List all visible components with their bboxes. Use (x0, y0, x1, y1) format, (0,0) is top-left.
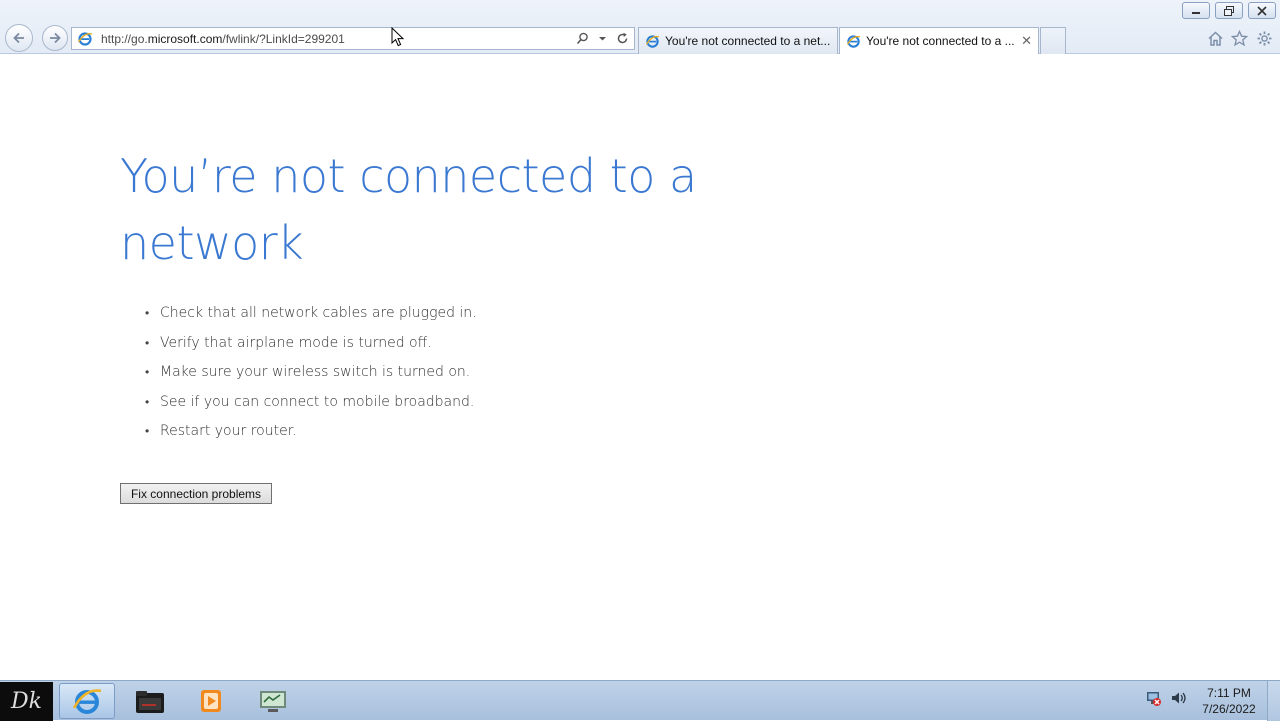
troubleshooting-list: Check that all network cables are plugge… (145, 299, 477, 447)
taskbar-network-app[interactable] (245, 683, 301, 719)
home-icon (1207, 30, 1223, 46)
network-monitor-icon (260, 691, 286, 712)
ie-page-icon (846, 34, 861, 48)
dropdown-arrow[interactable] (594, 31, 610, 47)
favorites-button[interactable] (1230, 29, 1248, 47)
close-window-button[interactable] (1248, 2, 1276, 19)
back-arrow-icon (13, 32, 24, 44)
taskbar-internet-explorer[interactable] (59, 683, 115, 719)
clock-time: 7:11 PM (1207, 686, 1251, 700)
taskbar: Dk 7:11 PM 7/26/2022 (0, 680, 1280, 721)
back-button[interactable] (5, 24, 33, 52)
refresh-icon (617, 32, 627, 44)
restore-button[interactable] (1215, 2, 1243, 19)
address-bar[interactable]: http://go.microsoft.com/fwlink/?LinkId=2… (71, 27, 635, 50)
refresh-button[interactable] (614, 31, 630, 47)
ie-page-icon (645, 34, 660, 48)
home-button[interactable] (1206, 29, 1224, 47)
tab-2-active[interactable]: You're not connected to a ... ✕ (839, 27, 1039, 54)
favorites-star-icon (1230, 29, 1248, 46)
internet-explorer-icon (72, 689, 102, 714)
clock-date: 7/26/2022 (1202, 702, 1256, 716)
minimize-icon (1192, 11, 1200, 14)
taskbar-media-player[interactable] (183, 683, 239, 719)
system-tray (1144, 689, 1188, 707)
volume-icon[interactable] (1170, 689, 1188, 707)
tab-1[interactable]: You're not connected to a net... (638, 27, 838, 54)
close-icon (1257, 5, 1267, 16)
gear-icon (1257, 31, 1271, 45)
mouse-pointer-icon (391, 27, 405, 47)
start-button[interactable]: Dk (0, 682, 53, 721)
fix-connection-button[interactable]: Fix connection problems (120, 483, 272, 504)
minimize-button[interactable] (1182, 2, 1210, 19)
browser-chrome: http://go.microsoft.com/fwlink/?LinkId=2… (0, 0, 1280, 54)
tools-button[interactable] (1255, 29, 1273, 47)
system-clock[interactable]: 7:11 PM 7/26/2022 (1196, 685, 1262, 717)
page-title: You’re not connected to a network (120, 149, 697, 270)
forward-button[interactable] (42, 25, 68, 51)
tab-title: You're not connected to a ... (866, 34, 1015, 48)
media-player-icon (201, 690, 221, 712)
page-content: You’re not connected to a network Check … (0, 55, 1280, 680)
restore-icon (1224, 5, 1234, 16)
forward-arrow-icon (50, 32, 61, 44)
new-tab-button[interactable] (1040, 27, 1066, 54)
list-item: Make sure your wireless switch is turned… (145, 358, 477, 388)
ie-page-icon (77, 31, 93, 46)
list-item: Verify that airplane mode is turned off. (145, 329, 477, 359)
list-item: Check that all network cables are plugge… (145, 299, 477, 329)
folder-icon (136, 691, 164, 713)
network-disconnected-icon[interactable] (1144, 689, 1162, 707)
show-desktop-button[interactable] (1267, 681, 1280, 721)
list-item: Restart your router. (145, 417, 477, 447)
taskbar-file-explorer[interactable] (122, 683, 178, 719)
address-url[interactable]: http://go.microsoft.com/fwlink/?LinkId=2… (101, 32, 574, 46)
search-dropdown-button[interactable] (574, 31, 590, 47)
chevron-down-icon (598, 37, 606, 41)
close-tab-button[interactable]: ✕ (1017, 33, 1032, 49)
list-item: See if you can connect to mobile broadba… (145, 388, 477, 418)
tab-title: You're not connected to a net... (665, 34, 831, 48)
search-icon (576, 32, 588, 45)
